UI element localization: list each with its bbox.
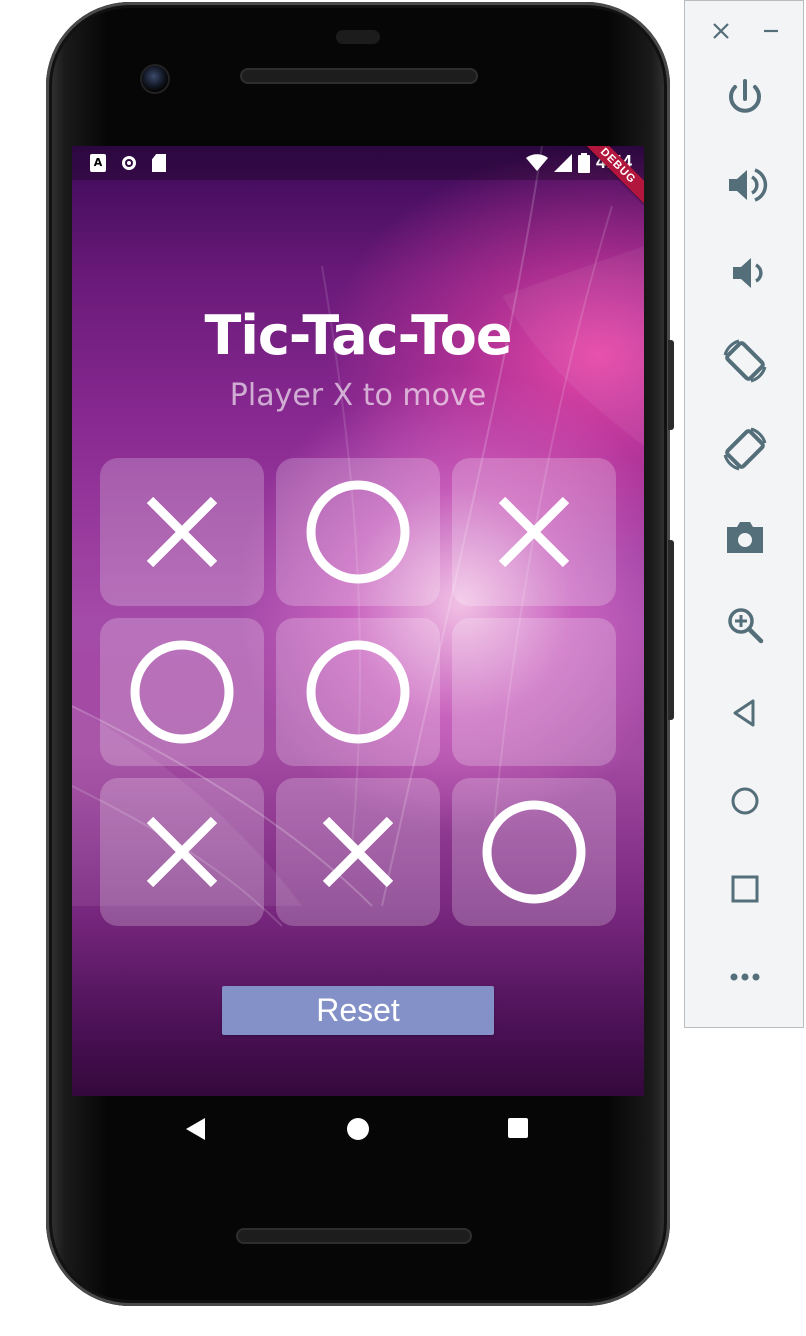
x-mark-icon <box>322 816 394 888</box>
accessibility-a-icon: A <box>90 154 106 172</box>
rotate-right-button[interactable] <box>717 421 773 477</box>
wifi-icon <box>525 153 548 171</box>
screen-record-icon <box>122 156 136 170</box>
nav-home-icon[interactable] <box>347 1118 369 1140</box>
board-cell[interactable] <box>452 458 616 606</box>
volume-up-icon <box>729 168 768 202</box>
overview-button[interactable] <box>717 861 773 917</box>
home-button[interactable] <box>717 773 773 829</box>
rotate-left-icon <box>723 339 767 383</box>
camera-icon <box>727 522 763 553</box>
power-icon <box>729 79 761 113</box>
page-title: Tic-Tac-Toe <box>204 304 512 367</box>
android-nav-bar <box>72 1096 644 1162</box>
battery-icon <box>577 152 590 173</box>
board-cell[interactable] <box>100 458 264 606</box>
x-mark-icon <box>498 496 570 568</box>
game-board <box>100 458 616 926</box>
minimize-icon[interactable] <box>759 15 783 47</box>
close-icon[interactable] <box>709 15 733 47</box>
hardware-volume-key <box>668 540 674 720</box>
board-cell[interactable] <box>276 458 440 606</box>
board-cell[interactable] <box>452 618 616 766</box>
more-button[interactable] <box>717 949 773 1005</box>
x-mark-icon <box>146 816 218 888</box>
sd-card-icon <box>152 154 166 172</box>
nav-back-icon[interactable] <box>186 1118 205 1140</box>
o-mark-icon <box>306 640 410 744</box>
volume-up-button[interactable] <box>717 157 773 213</box>
more-dots-icon <box>730 973 760 981</box>
empty-cell-icon <box>452 618 616 766</box>
front-camera <box>142 66 168 92</box>
turn-status: Player X to move <box>229 378 487 413</box>
hardware-power-key <box>668 340 674 430</box>
board-cell[interactable] <box>276 778 440 926</box>
status-bar: A 4:44 DEBUG <box>72 146 644 215</box>
volume-down-icon <box>733 258 763 288</box>
overview-square-icon <box>731 875 759 903</box>
board-cell[interactable] <box>276 618 440 766</box>
nav-recents-icon[interactable] <box>508 1118 528 1138</box>
board-cell[interactable] <box>100 778 264 926</box>
top-speaker-grille <box>240 68 478 84</box>
home-circle-icon <box>731 787 759 815</box>
rotate-right-icon <box>723 427 767 471</box>
power-button[interactable] <box>717 69 773 125</box>
o-mark-icon <box>482 800 586 904</box>
earpiece-notch <box>336 30 380 44</box>
device-screen: A 4:44 DEBUG Tic-Tac-Toe Player X t <box>72 146 644 1096</box>
volume-down-button[interactable] <box>717 245 773 301</box>
bottom-speaker-grille <box>236 1228 472 1244</box>
o-mark-icon <box>306 480 410 584</box>
emulator-window: A 4:44 DEBUG Tic-Tac-Toe Player X t <box>0 0 806 1336</box>
x-mark-icon <box>146 496 218 568</box>
screenshot-button[interactable] <box>717 509 773 565</box>
back-triangle-icon <box>733 699 755 727</box>
cell-signal-icon <box>553 153 572 172</box>
reset-button[interactable]: Reset <box>222 986 494 1035</box>
emulator-toolbar <box>684 0 804 1028</box>
o-mark-icon <box>130 640 234 744</box>
board-cell[interactable] <box>452 778 616 926</box>
rotate-left-button[interactable] <box>717 333 773 389</box>
board-cell[interactable] <box>100 618 264 766</box>
back-button[interactable] <box>717 685 773 741</box>
zoom-in-icon <box>728 608 764 644</box>
zoom-button[interactable] <box>717 597 773 653</box>
